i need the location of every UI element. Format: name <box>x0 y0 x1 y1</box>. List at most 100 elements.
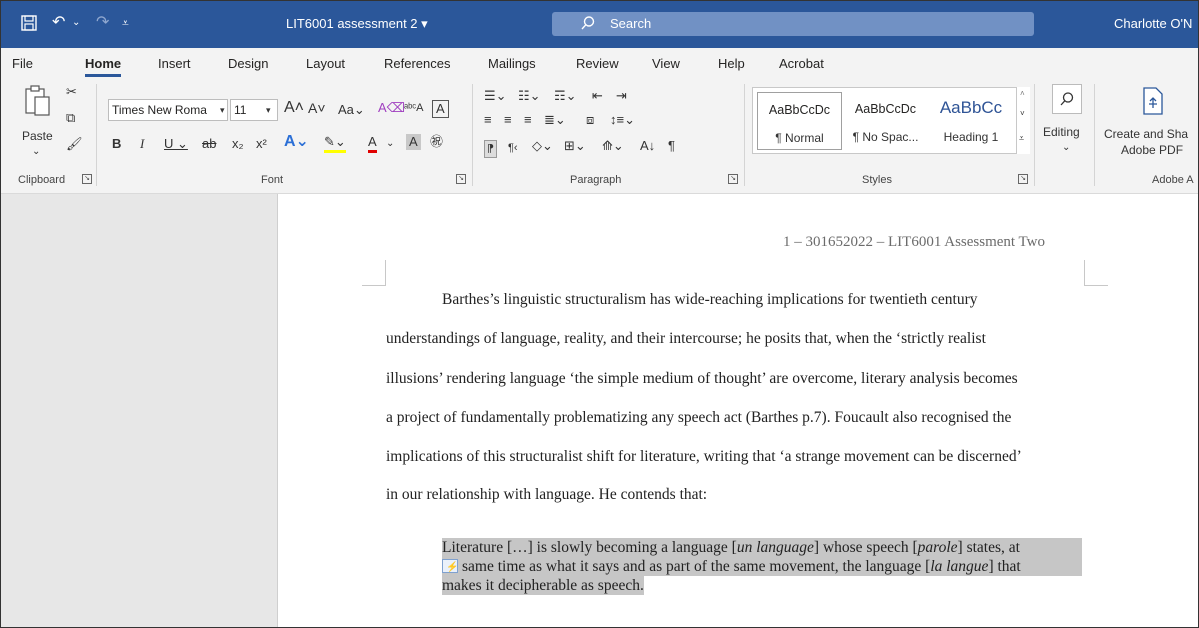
shading-icon[interactable]: ◇⌄ <box>532 138 553 154</box>
create-pdf-button-line2[interactable]: Adobe PDF <box>1121 142 1183 158</box>
editing-button[interactable]: Editing <box>1043 124 1080 140</box>
change-case-icon[interactable]: Aa⌄ <box>338 102 365 118</box>
paragraph-launcher-icon[interactable]: ↘ <box>728 174 738 184</box>
font-label: Font <box>261 174 284 186</box>
ribbon-tabs: File Home Insert Design Layout Reference… <box>0 48 1199 78</box>
save-icon[interactable] <box>20 14 38 37</box>
increase-indent-icon[interactable]: ⇥ <box>616 88 627 104</box>
style-heading-1[interactable]: AaBbCc Heading 1 <box>929 92 1013 150</box>
quote-text: ] states, at <box>957 539 1020 556</box>
highlight-color-icon[interactable]: ✎⌄ <box>324 134 346 153</box>
format-painter-icon[interactable]: 🖌 <box>66 136 83 152</box>
font-name-dropdown-icon[interactable]: ▾ <box>220 102 225 118</box>
user-name[interactable]: Charlotte O'N <box>1114 16 1192 31</box>
undo-icon[interactable]: ↶ <box>52 14 65 32</box>
undo-dropdown-icon[interactable]: ⌄ <box>72 14 80 32</box>
create-pdf-button[interactable]: Create and Sha <box>1104 126 1188 142</box>
shrink-font-icon[interactable]: A˅ <box>308 100 326 116</box>
tab-acrobat[interactable]: Acrobat <box>779 56 824 71</box>
font-size-dropdown-icon[interactable]: ▾ <box>266 102 271 118</box>
character-shading-icon[interactable]: A <box>406 134 421 150</box>
bold-button[interactable]: B <box>112 136 121 152</box>
tab-help[interactable]: Help <box>718 56 745 71</box>
font-color-dropdown-icon[interactable]: ⌄ <box>386 136 394 152</box>
scroll-up-icon[interactable]: ˄ <box>1020 89 1025 98</box>
margin-corner-right <box>1084 260 1108 286</box>
tab-home[interactable]: Home <box>85 56 122 77</box>
cut-icon[interactable]: ✂ <box>66 84 77 100</box>
clipboard-launcher-icon[interactable]: ↘ <box>82 174 92 184</box>
distributed-icon[interactable]: ⧈ <box>586 112 594 128</box>
quote-line: same time as what it says and as part of… <box>442 557 1082 577</box>
line-spacing-icon[interactable]: ↕≡⌄ <box>610 112 635 128</box>
create-pdf-icon[interactable] <box>1140 86 1166 120</box>
style-no-spacing[interactable]: AaBbCcDc ¶ No Spac... <box>843 92 928 150</box>
document-title[interactable]: LIT6001 assessment 2 ▾ <box>286 16 428 32</box>
search-box[interactable]: Search <box>552 12 1034 36</box>
subscript-button[interactable]: x₂ <box>232 136 244 152</box>
font-name-select[interactable]: Times New Roma <box>108 99 228 121</box>
tab-layout[interactable]: Layout <box>306 56 345 71</box>
title-bar: ↶ ⌄ ↷ ⩡ LIT6001 assessment 2 ▾ Search Ch… <box>0 0 1199 48</box>
styles-launcher-icon[interactable]: ↘ <box>1018 174 1028 184</box>
enclose-characters-icon[interactable]: ㊗ <box>430 134 443 150</box>
scroll-down-icon[interactable]: ˅ <box>1020 109 1025 118</box>
style-normal[interactable]: AaBbCcDc ¶ Normal <box>757 92 842 150</box>
paste-icon[interactable] <box>24 84 52 122</box>
separator <box>472 84 473 186</box>
tab-references[interactable]: References <box>384 56 450 71</box>
paste-button[interactable]: Paste <box>22 128 53 144</box>
quote-text: makes it decipherable as speech. <box>442 577 644 594</box>
align-left-icon[interactable]: ≡ <box>484 112 492 128</box>
copy-icon[interactable]: ⧉ <box>66 110 75 126</box>
tab-file[interactable]: File <box>12 56 33 71</box>
align-center-icon[interactable]: ≡ <box>504 112 512 128</box>
page[interactable]: 1 – 301652022 – LIT6001 Assessment Two B… <box>277 194 1199 628</box>
align-right-icon[interactable]: ≡ <box>524 112 532 128</box>
tab-design[interactable]: Design <box>228 56 268 71</box>
decrease-indent-icon[interactable]: ⇤ <box>592 88 603 104</box>
find-icon[interactable] <box>1052 84 1082 114</box>
tab-mailings[interactable]: Mailings <box>488 56 536 71</box>
sort-icon[interactable]: A↓ <box>640 138 655 154</box>
style-name: ¶ No Spac... <box>852 130 919 144</box>
redo-icon[interactable]: ↷ <box>96 14 109 32</box>
rtl-icon[interactable]: ¶‹ <box>508 140 518 156</box>
asian-layout-icon[interactable]: ⟰⌄ <box>602 138 624 154</box>
text-effects-icon[interactable]: A⌄ <box>284 134 309 150</box>
justify-icon[interactable]: ≣⌄ <box>544 112 566 128</box>
tab-review[interactable]: Review <box>576 56 619 71</box>
separator <box>744 84 745 186</box>
multilevel-list-icon[interactable]: ☶⌄ <box>554 88 577 104</box>
paste-dropdown-icon[interactable]: ⌄ <box>32 144 40 160</box>
paragraph-line: a project of fundamentally problematizin… <box>386 409 1012 426</box>
smart-lookup-icon[interactable] <box>442 558 458 577</box>
numbering-icon[interactable]: ☷⌄ <box>518 88 541 104</box>
quote-text: ] whose speech [ <box>813 539 918 556</box>
clear-formatting-icon[interactable]: A⌫ <box>378 100 405 116</box>
tab-insert[interactable]: Insert <box>158 56 191 71</box>
customize-toolbar-icon[interactable]: ⩡ <box>122 14 129 32</box>
editing-dropdown-icon[interactable]: ⌄ <box>1062 140 1070 156</box>
font-launcher-icon[interactable]: ↘ <box>456 174 466 184</box>
show-marks-icon[interactable]: ¶ <box>668 138 675 154</box>
paragraph-line: understandings of language, reality, and… <box>386 330 986 347</box>
quote-italic: la langue <box>930 558 989 575</box>
borders-icon[interactable]: ⊞⌄ <box>564 138 586 154</box>
paragraph-line: Barthes’s linguistic structuralism has w… <box>442 291 978 308</box>
font-color-icon[interactable]: A <box>368 134 377 153</box>
more-styles-icon[interactable]: ⩡ <box>1019 133 1024 144</box>
italic-button[interactable]: I <box>140 136 144 152</box>
bullets-icon[interactable]: ☰⌄ <box>484 88 507 104</box>
grow-font-icon[interactable]: A˄ <box>284 100 304 116</box>
styles-scroll[interactable]: ˄ ˅ ⩡ <box>1016 87 1030 154</box>
phonetic-guide-icon[interactable]: ᵃᵇᶜA <box>404 100 423 116</box>
strikethrough-button[interactable]: ab <box>202 136 216 152</box>
tab-view[interactable]: View <box>652 56 680 71</box>
document-area: 1 – 301652022 – LIT6001 Assessment Two B… <box>0 194 1199 628</box>
character-border-icon[interactable]: A <box>432 100 449 118</box>
underline-button[interactable]: U ⌄ <box>164 136 188 152</box>
block-quote[interactable]: Literature […] is slowly becoming a lang… <box>442 538 1082 595</box>
ltr-icon[interactable]: ⁋ <box>484 140 497 158</box>
superscript-button[interactable]: x² <box>256 136 267 152</box>
